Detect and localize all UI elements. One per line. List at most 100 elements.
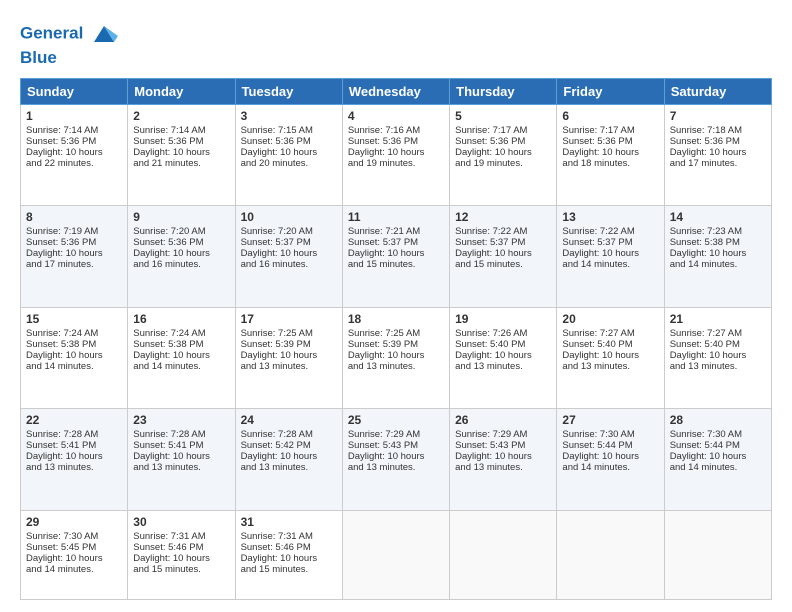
day-info-line: Sunset: 5:36 PM — [26, 237, 122, 248]
day-info-line: Daylight: 10 hours — [26, 248, 122, 259]
page: General Blue SundayMondayTuesdayWednesda… — [0, 0, 792, 612]
day-info-line: Sunset: 5:43 PM — [455, 440, 551, 451]
day-info-line: and 18 minutes. — [562, 158, 658, 169]
day-info-line: and 14 minutes. — [562, 259, 658, 270]
day-number: 3 — [241, 109, 337, 123]
day-number: 21 — [670, 312, 766, 326]
calendar-week-3: 15Sunrise: 7:24 AMSunset: 5:38 PMDayligh… — [21, 307, 772, 409]
day-number: 12 — [455, 210, 551, 224]
calendar-cell: 15Sunrise: 7:24 AMSunset: 5:38 PMDayligh… — [21, 307, 128, 409]
day-info-line: and 21 minutes. — [133, 158, 229, 169]
calendar-cell: 13Sunrise: 7:22 AMSunset: 5:37 PMDayligh… — [557, 206, 664, 308]
day-info-line: Sunrise: 7:23 AM — [670, 226, 766, 237]
day-info-line: and 17 minutes. — [26, 259, 122, 270]
day-info-line: Sunrise: 7:28 AM — [241, 429, 337, 440]
day-info-line: Daylight: 10 hours — [455, 451, 551, 462]
calendar-cell: 6Sunrise: 7:17 AMSunset: 5:36 PMDaylight… — [557, 104, 664, 206]
day-info-line: Sunset: 5:44 PM — [562, 440, 658, 451]
calendar-cell: 24Sunrise: 7:28 AMSunset: 5:42 PMDayligh… — [235, 409, 342, 511]
calendar-cell: 4Sunrise: 7:16 AMSunset: 5:36 PMDaylight… — [342, 104, 449, 206]
day-info-line: and 20 minutes. — [241, 158, 337, 169]
day-info-line: and 19 minutes. — [348, 158, 444, 169]
calendar-cell: 19Sunrise: 7:26 AMSunset: 5:40 PMDayligh… — [450, 307, 557, 409]
weekday-header-friday: Friday — [557, 78, 664, 104]
day-info-line: and 16 minutes. — [133, 259, 229, 270]
day-info-line: and 13 minutes. — [348, 462, 444, 473]
day-info-line: Sunset: 5:38 PM — [26, 339, 122, 350]
calendar-week-1: 1Sunrise: 7:14 AMSunset: 5:36 PMDaylight… — [21, 104, 772, 206]
day-info-line: Sunset: 5:38 PM — [670, 237, 766, 248]
day-info-line: Daylight: 10 hours — [670, 451, 766, 462]
day-info-line: and 15 minutes. — [241, 564, 337, 575]
day-number: 6 — [562, 109, 658, 123]
day-info-line: Sunrise: 7:20 AM — [133, 226, 229, 237]
day-number: 2 — [133, 109, 229, 123]
day-info-line: Sunset: 5:38 PM — [133, 339, 229, 350]
day-info-line: Sunrise: 7:17 AM — [455, 125, 551, 136]
calendar-cell: 12Sunrise: 7:22 AMSunset: 5:37 PMDayligh… — [450, 206, 557, 308]
weekday-header-thursday: Thursday — [450, 78, 557, 104]
day-info-line: Daylight: 10 hours — [455, 147, 551, 158]
day-info-line: Sunset: 5:46 PM — [133, 542, 229, 553]
day-info-line: Sunrise: 7:14 AM — [26, 125, 122, 136]
day-info-line: Sunrise: 7:21 AM — [348, 226, 444, 237]
day-info-line: and 13 minutes. — [241, 462, 337, 473]
calendar-cell — [450, 511, 557, 600]
day-info-line: Sunrise: 7:30 AM — [26, 531, 122, 542]
day-info-line: Sunrise: 7:30 AM — [670, 429, 766, 440]
calendar-cell: 21Sunrise: 7:27 AMSunset: 5:40 PMDayligh… — [664, 307, 771, 409]
day-info-line: Daylight: 10 hours — [26, 553, 122, 564]
day-number: 31 — [241, 515, 337, 529]
day-info-line: Daylight: 10 hours — [26, 147, 122, 158]
calendar-cell: 30Sunrise: 7:31 AMSunset: 5:46 PMDayligh… — [128, 511, 235, 600]
weekday-header-sunday: Sunday — [21, 78, 128, 104]
day-info-line: and 13 minutes. — [241, 361, 337, 372]
day-info-line: Sunset: 5:36 PM — [348, 136, 444, 147]
calendar-table: SundayMondayTuesdayWednesdayThursdayFrid… — [20, 78, 772, 600]
calendar-cell: 14Sunrise: 7:23 AMSunset: 5:38 PMDayligh… — [664, 206, 771, 308]
day-info-line: Daylight: 10 hours — [133, 350, 229, 361]
day-number: 29 — [26, 515, 122, 529]
day-info-line: Daylight: 10 hours — [455, 248, 551, 259]
weekday-header-saturday: Saturday — [664, 78, 771, 104]
day-info-line: Sunrise: 7:14 AM — [133, 125, 229, 136]
day-number: 28 — [670, 413, 766, 427]
calendar-cell: 17Sunrise: 7:25 AMSunset: 5:39 PMDayligh… — [235, 307, 342, 409]
day-info-line: Daylight: 10 hours — [241, 553, 337, 564]
day-info-line: and 14 minutes. — [562, 462, 658, 473]
day-info-line: Sunrise: 7:16 AM — [348, 125, 444, 136]
day-info-line: and 15 minutes. — [348, 259, 444, 270]
day-info-line: Sunrise: 7:31 AM — [133, 531, 229, 542]
day-info-line: and 13 minutes. — [26, 462, 122, 473]
logo: General Blue — [20, 20, 118, 68]
calendar-cell: 27Sunrise: 7:30 AMSunset: 5:44 PMDayligh… — [557, 409, 664, 511]
calendar-cell: 3Sunrise: 7:15 AMSunset: 5:36 PMDaylight… — [235, 104, 342, 206]
calendar-cell: 26Sunrise: 7:29 AMSunset: 5:43 PMDayligh… — [450, 409, 557, 511]
day-info-line: Sunrise: 7:28 AM — [26, 429, 122, 440]
day-info-line: Sunrise: 7:22 AM — [562, 226, 658, 237]
day-info-line: Sunset: 5:41 PM — [26, 440, 122, 451]
day-info-line: Sunset: 5:42 PM — [241, 440, 337, 451]
day-info-line: Daylight: 10 hours — [562, 248, 658, 259]
day-info-line: Sunset: 5:36 PM — [241, 136, 337, 147]
day-info-line: Daylight: 10 hours — [241, 451, 337, 462]
day-info-line: and 17 minutes. — [670, 158, 766, 169]
day-info-line: Sunrise: 7:28 AM — [133, 429, 229, 440]
calendar-cell: 25Sunrise: 7:29 AMSunset: 5:43 PMDayligh… — [342, 409, 449, 511]
day-info-line: Sunset: 5:37 PM — [562, 237, 658, 248]
day-info-line: Sunrise: 7:19 AM — [26, 226, 122, 237]
day-info-line: and 13 minutes. — [562, 361, 658, 372]
calendar-week-4: 22Sunrise: 7:28 AMSunset: 5:41 PMDayligh… — [21, 409, 772, 511]
logo-icon — [90, 20, 118, 48]
day-info-line: and 14 minutes. — [670, 462, 766, 473]
day-info-line: Daylight: 10 hours — [241, 147, 337, 158]
day-info-line: and 13 minutes. — [133, 462, 229, 473]
day-number: 8 — [26, 210, 122, 224]
calendar-cell: 23Sunrise: 7:28 AMSunset: 5:41 PMDayligh… — [128, 409, 235, 511]
day-info-line: Daylight: 10 hours — [348, 350, 444, 361]
day-info-line: Sunset: 5:45 PM — [26, 542, 122, 553]
day-number: 18 — [348, 312, 444, 326]
day-info-line: Daylight: 10 hours — [241, 350, 337, 361]
day-info-line: Daylight: 10 hours — [670, 350, 766, 361]
day-info-line: Daylight: 10 hours — [670, 248, 766, 259]
